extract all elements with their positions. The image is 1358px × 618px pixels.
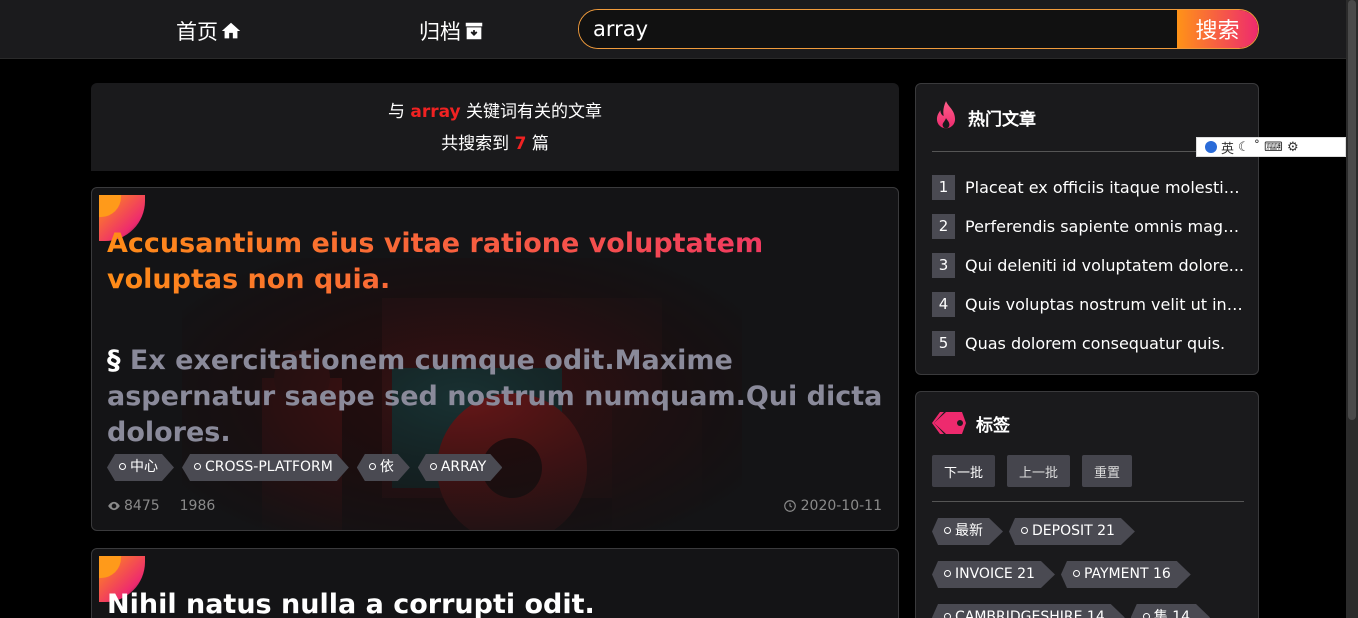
article-tag[interactable]: 依 xyxy=(357,454,410,481)
article-title[interactable]: Nihil natus nulla a corrupti odit. xyxy=(107,587,887,618)
search-result-banner: 与 array 关键词有关的文章 共搜索到 7 篇 xyxy=(91,83,899,171)
result-keyword: array xyxy=(410,102,461,122)
tags-panel: 标签 下一批 上一批 重置 最新 DEPOSIT 21 INVOICE 21 P… xyxy=(915,391,1259,618)
tag-chip[interactable]: INVOICE 21 xyxy=(932,561,1055,588)
result-suffix: 关键词有关的文章 xyxy=(460,102,603,122)
rank-number: 5 xyxy=(932,331,955,356)
comment-count: 1986 xyxy=(179,498,216,514)
nav-home-label: 首页 xyxy=(176,20,218,44)
nav-archive-label: 归档 xyxy=(419,20,461,44)
article-meta: 8475 1986 xyxy=(107,498,215,514)
article-card[interactable]: Nihil natus nulla a corrupti odit. xyxy=(91,548,899,618)
tag-chip[interactable]: CAMBRIDGESHIRE 14 xyxy=(932,604,1125,618)
result-line-2: 共搜索到 7 篇 xyxy=(91,128,899,160)
ime-language-label[interactable]: 英 xyxy=(1221,138,1234,157)
rank-number: 1 xyxy=(932,175,955,200)
excerpt-mark: § xyxy=(107,345,121,376)
next-batch-button[interactable]: 下一批 xyxy=(932,455,996,487)
tags-header: 标签 xyxy=(932,408,1010,438)
search-input[interactable] xyxy=(579,10,1177,48)
search-button[interactable]: 搜索 xyxy=(1177,10,1258,48)
rank-number: 4 xyxy=(932,292,955,317)
views-count: 8475 xyxy=(124,498,160,514)
hot-article-item[interactable]: 5 Quas dolorem consequatur quis. xyxy=(932,324,1244,363)
moon-icon[interactable]: ☾ xyxy=(1238,140,1250,155)
hot-article-title: Placeat ex officiis itaque molestiae... xyxy=(965,178,1244,197)
tags-title: 标签 xyxy=(976,415,1010,436)
article-tags: 中心 CROSS-PLATFORM 依 ARRAY xyxy=(107,454,502,481)
hot-articles-panel: 热门文章 1 Placeat ex officiis itaque molest… xyxy=(915,83,1259,375)
result-line-1: 与 array 关键词有关的文章 xyxy=(91,96,899,128)
page-scrollbar[interactable] xyxy=(1346,0,1358,618)
scrollbar-thumb[interactable] xyxy=(1348,0,1356,420)
article-card[interactable]: Accusantium eius vitae ratione voluptate… xyxy=(91,187,899,531)
hot-article-title: Quas dolorem consequatur quis. xyxy=(965,334,1226,353)
nav-archive-link[interactable]: 归档 xyxy=(419,16,485,46)
gear-icon[interactable]: ⚙ xyxy=(1287,140,1299,155)
result-count-prefix: 共搜索到 xyxy=(441,134,515,154)
tag-controls: 下一批 上一批 重置 xyxy=(932,455,1133,487)
hot-article-title: Qui deleniti id voluptatem dolore... xyxy=(965,256,1244,275)
hot-articles-title: 热门文章 xyxy=(968,109,1036,130)
tag-cloud: 最新 DEPOSIT 21 INVOICE 21 PAYMENT 16 CAMB… xyxy=(932,518,1244,618)
article-tag[interactable]: 中心 xyxy=(107,454,174,481)
excerpt-text: Ex exercitationem cumque odit.Maxime asp… xyxy=(107,345,883,448)
result-count: 7 xyxy=(514,134,527,154)
ime-logo-icon xyxy=(1205,141,1217,153)
article-views: 8475 xyxy=(107,498,160,514)
tag-row: 最新 DEPOSIT 21 xyxy=(932,518,1244,545)
hot-article-title: Quis voluptas nostrum velit ut in d... xyxy=(965,295,1244,314)
nav-home-link[interactable]: 首页 xyxy=(176,16,242,46)
result-count-suffix: 篇 xyxy=(526,134,549,154)
tag-row: CAMBRIDGESHIRE 14 集 14 xyxy=(932,604,1244,618)
flame-icon xyxy=(936,101,956,129)
punctuation-icon[interactable]: ˚ xyxy=(1254,140,1261,155)
hot-article-item[interactable]: 2 Perferendis sapiente omnis magna... xyxy=(932,207,1244,246)
hot-article-item[interactable]: 3 Qui deleniti id voluptatem dolore... xyxy=(932,246,1244,285)
hot-articles-header: 热门文章 xyxy=(932,100,1036,134)
ime-toolbar[interactable]: 英 ☾ ˚ ⌨ ⚙ xyxy=(1196,137,1346,157)
tag-row: INVOICE 21 PAYMENT 16 xyxy=(932,561,1244,588)
tag-icon xyxy=(932,412,966,434)
result-prefix: 与 xyxy=(387,102,411,122)
article-date: 2020-10-11 xyxy=(783,498,882,514)
tag-chip[interactable]: 集 14 xyxy=(1131,604,1210,618)
hot-articles-list: 1 Placeat ex officiis itaque molestiae..… xyxy=(932,168,1244,363)
archive-icon xyxy=(465,22,483,40)
hot-article-item[interactable]: 1 Placeat ex officiis itaque molestiae..… xyxy=(932,168,1244,207)
eye-icon xyxy=(108,501,120,511)
article-excerpt: § Ex exercitationem cumque odit.Maxime a… xyxy=(107,343,887,451)
keyboard-icon[interactable]: ⌨ xyxy=(1264,140,1283,155)
date-text: 2020-10-11 xyxy=(800,498,882,514)
prev-batch-button[interactable]: 上一批 xyxy=(1007,455,1071,487)
rank-number: 2 xyxy=(932,214,955,239)
hot-article-title: Perferendis sapiente omnis magna... xyxy=(965,217,1244,236)
reset-button[interactable]: 重置 xyxy=(1082,455,1133,487)
divider xyxy=(932,501,1244,502)
article-tag[interactable]: CROSS-PLATFORM xyxy=(182,454,349,481)
home-icon xyxy=(221,22,241,39)
tag-chip[interactable]: 最新 xyxy=(932,518,1003,545)
article-title[interactable]: Accusantium eius vitae ratione voluptate… xyxy=(107,226,887,298)
article-tag[interactable]: ARRAY xyxy=(418,454,503,481)
hot-article-item[interactable]: 4 Quis voluptas nostrum velit ut in d... xyxy=(932,285,1244,324)
rank-number: 3 xyxy=(932,253,955,278)
top-navbar: 首页 归档 搜索 xyxy=(0,0,1346,59)
tag-chip[interactable]: PAYMENT 16 xyxy=(1061,561,1191,588)
tag-chip[interactable]: DEPOSIT 21 xyxy=(1009,518,1135,545)
clock-icon xyxy=(783,500,796,512)
search-bar: 搜索 xyxy=(578,9,1259,49)
